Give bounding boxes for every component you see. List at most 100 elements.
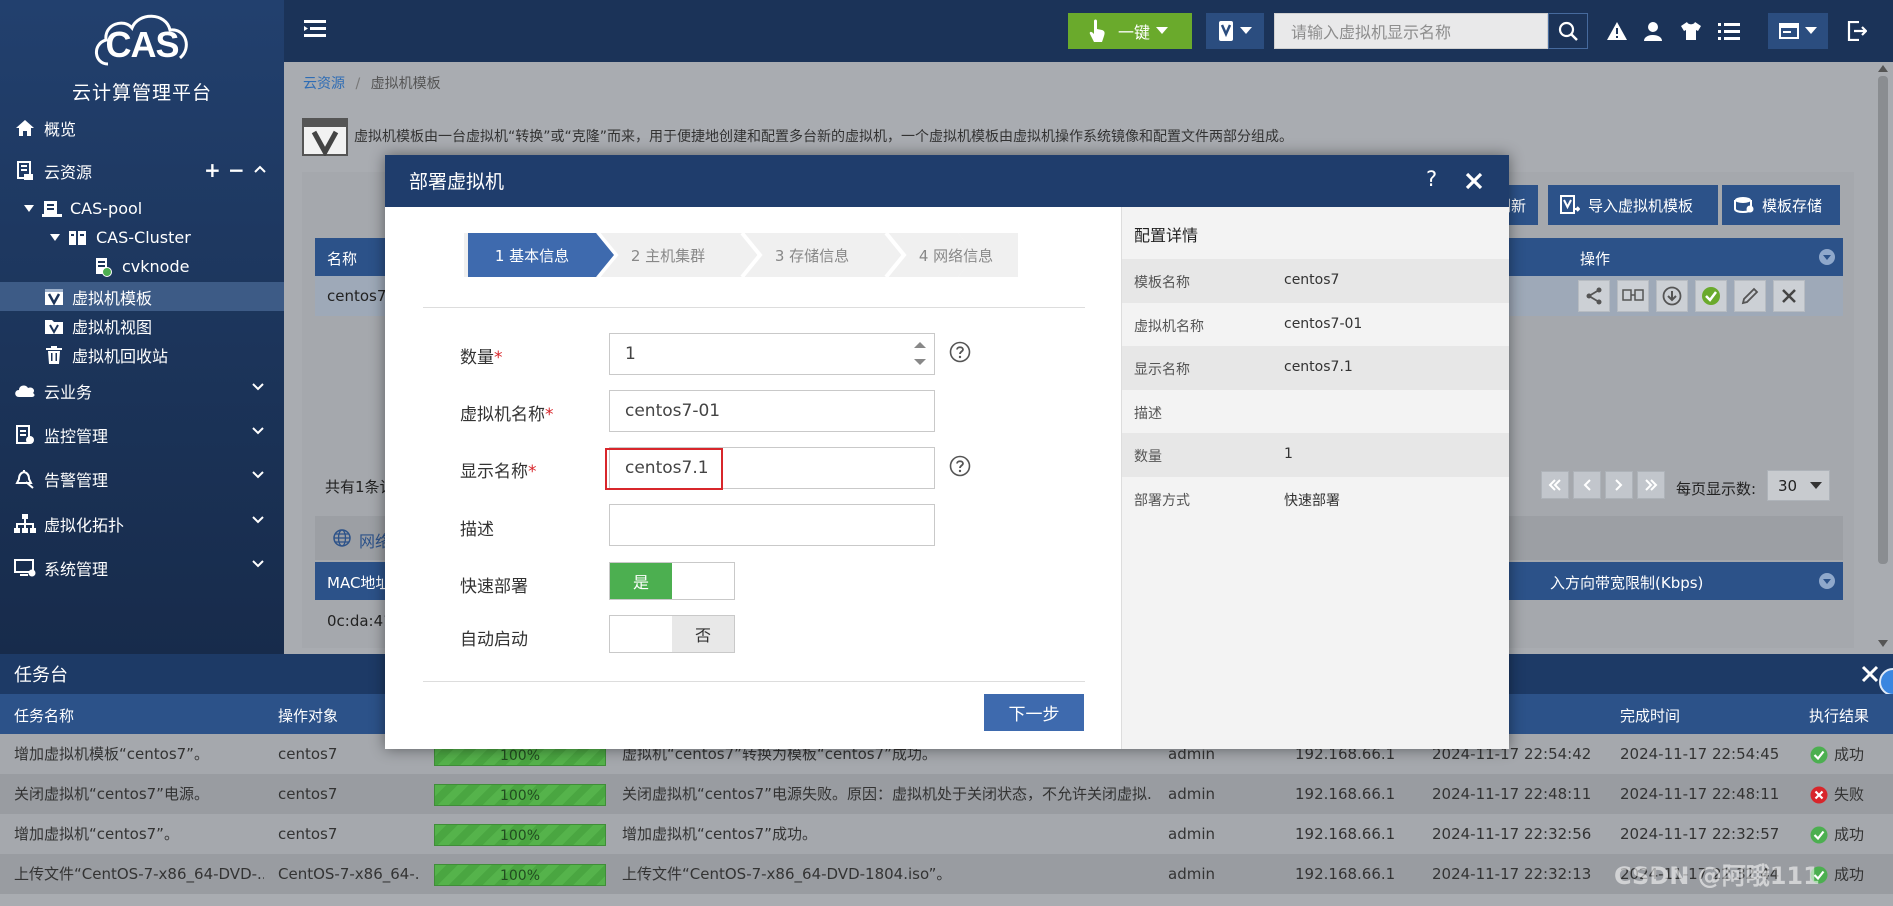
sidebar: CAS 云计算管理平台 概览 云资源 + − CAS-pool CAS-Clus…: [0, 0, 284, 654]
list-icon[interactable]: [1715, 17, 1743, 45]
tree-cvknode[interactable]: cvknode: [0, 252, 284, 281]
deploy-action-button[interactable]: [1617, 280, 1649, 312]
last-page-button[interactable]: [1637, 471, 1665, 499]
stepper-down-icon[interactable]: [913, 358, 927, 367]
nav-topology[interactable]: 虚拟化拓扑: [0, 506, 284, 542]
task-name: 关闭虚拟机“centos7”电源。: [14, 785, 209, 803]
task-progress-bar: 100%: [434, 824, 606, 846]
float-handle[interactable]: [1879, 668, 1893, 696]
vm-name-label: 虚拟机名称*: [460, 400, 554, 425]
per-page-select[interactable]: 30: [1767, 470, 1830, 501]
nav-cloud-resources[interactable]: 云资源 + −: [0, 153, 284, 189]
close-icon: [1781, 288, 1797, 304]
minus-icon[interactable]: −: [228, 158, 245, 182]
per-page-value: 30: [1778, 476, 1798, 495]
desc-input[interactable]: [609, 504, 935, 546]
step-network-info[interactable]: 4 网络信息: [894, 233, 1018, 277]
task-finish: 2024-11-17 22:32:57: [1620, 825, 1780, 843]
vm-search-input[interactable]: 请输入虚拟机显示名称: [1274, 13, 1548, 49]
divider: [423, 307, 1085, 308]
task-row[interactable]: 关闭虚拟机“centos7”电源。 centos7 关闭虚拟机“centos7”电源…: [0, 774, 1893, 814]
import-template-button[interactable]: 导入虚拟机模板: [1548, 185, 1718, 225]
nav-topology-label: 虚拟化拓扑: [44, 516, 125, 535]
scroll-up-icon[interactable]: [1878, 65, 1888, 72]
panel-toggle-button[interactable]: [1768, 13, 1828, 49]
tree-vm-view[interactable]: 虚拟机视图: [0, 311, 284, 340]
count-stepper[interactable]: 1: [609, 333, 935, 375]
tree-cas-cluster-label: CAS-Cluster: [96, 228, 191, 247]
fast-deploy-label: 快速部署: [460, 577, 528, 597]
nav-monitor[interactable]: 监控管理: [0, 417, 284, 453]
column-menu-icon[interactable]: [1818, 248, 1836, 266]
share-action-button[interactable]: [1578, 280, 1610, 312]
auto-start-toggle[interactable]: 否: [609, 615, 735, 653]
nav-overview[interactable]: 概览: [0, 110, 284, 146]
config-detail-row: 虚拟机名称 centos7-01: [1122, 303, 1509, 347]
column-menu-icon[interactable]: [1818, 572, 1836, 590]
tree-vm-recycle[interactable]: 虚拟机回收站: [0, 340, 284, 369]
tree-cas-pool[interactable]: CAS-pool: [0, 194, 284, 223]
template-storage-label: 模板存储: [1762, 196, 1823, 215]
count-help-icon[interactable]: [949, 341, 971, 363]
app-title: 云计算管理平台: [71, 82, 212, 104]
user-icon[interactable]: [1639, 17, 1667, 45]
tree-cas-cluster[interactable]: CAS-Cluster: [0, 223, 284, 252]
first-page-button[interactable]: [1541, 471, 1569, 499]
vm-name-input[interactable]: centos7-01: [609, 390, 935, 432]
nav-alarm[interactable]: 告警管理: [0, 461, 284, 497]
add-icon[interactable]: +: [204, 158, 221, 182]
tree-vm-template-label: 虚拟机模板: [72, 288, 153, 308]
close-task-console-icon[interactable]: [1860, 664, 1880, 684]
close-dialog-icon[interactable]: [1465, 172, 1483, 190]
caret-down-icon: [1810, 482, 1822, 490]
help-button[interactable]: ?: [1426, 167, 1437, 191]
task-ip: 192.168.66.1: [1295, 785, 1396, 803]
nav-cloud-resources-label: 云资源: [44, 163, 93, 182]
task-row[interactable]: 上传文件“CentOS-7-x86_64-DVD-... CentOS-7-x86…: [0, 854, 1893, 894]
warning-icon[interactable]: [1603, 17, 1631, 45]
task-target: CentOS-7-x86_64-...: [278, 865, 420, 883]
chevron-up-icon[interactable]: [254, 165, 266, 173]
download-action-button[interactable]: [1656, 280, 1688, 312]
step-basic-info[interactable]: 1 基本信息: [468, 233, 596, 277]
vm-switch-button[interactable]: [1206, 13, 1264, 49]
storage-icon: [1734, 196, 1754, 214]
task-result: 成功: [1810, 814, 1890, 854]
fast-deploy-toggle[interactable]: 是: [609, 562, 735, 600]
menu-toggle-icon[interactable]: [304, 20, 326, 38]
step-storage-info[interactable]: 3 存储信息: [750, 233, 874, 277]
prev-page-button[interactable]: [1573, 471, 1601, 499]
display-name-help-icon[interactable]: [949, 455, 971, 477]
next-page-button[interactable]: [1605, 471, 1633, 499]
config-detail-row: 模板名称 centos7: [1122, 259, 1509, 303]
theme-shirt-icon[interactable]: [1677, 17, 1705, 45]
scrollbar-thumb[interactable]: [1878, 76, 1888, 564]
nav-system[interactable]: 系统管理: [0, 550, 284, 586]
task-row[interactable]: 增加虚拟机“centos7”。 centos7 增加虚拟机“centos7”成功。 a…: [0, 814, 1893, 854]
search-button[interactable]: [1548, 13, 1588, 49]
breadcrumb-separator: /: [355, 76, 361, 92]
chevron-down-icon: [252, 560, 264, 568]
nav-cloud-business[interactable]: 云业务: [0, 373, 284, 409]
config-detail-key: 显示名称: [1134, 362, 1190, 378]
stepper-up-icon[interactable]: [913, 340, 927, 349]
tree-vm-template[interactable]: 虚拟机模板: [0, 282, 284, 311]
task-name: 增加虚拟机“centos7”。: [14, 825, 179, 843]
scroll-down-icon[interactable]: [1878, 640, 1888, 647]
delete-action-button[interactable]: [1773, 280, 1805, 312]
step-host-cluster[interactable]: 2 主机集群: [606, 233, 730, 277]
page-scrollbar[interactable]: [1874, 62, 1893, 654]
breadcrumb-root[interactable]: 云资源: [303, 76, 345, 92]
one-key-button[interactable]: 一键: [1068, 13, 1192, 49]
dialog-header: 部署虚拟机 ?: [385, 155, 1509, 207]
next-step-button[interactable]: 下一步: [984, 694, 1084, 731]
hand-pointer-icon: [1088, 19, 1106, 43]
system-icon: [14, 557, 36, 579]
task-ip: 192.168.66.1: [1295, 865, 1396, 883]
template-storage-button[interactable]: 模板存储: [1722, 185, 1840, 225]
task-result-text: 成功: [1834, 825, 1865, 844]
task-ip: 192.168.66.1: [1295, 825, 1396, 843]
logout-icon[interactable]: [1843, 17, 1871, 45]
edit-action-button[interactable]: [1734, 280, 1766, 312]
convert-action-button[interactable]: [1695, 280, 1727, 312]
